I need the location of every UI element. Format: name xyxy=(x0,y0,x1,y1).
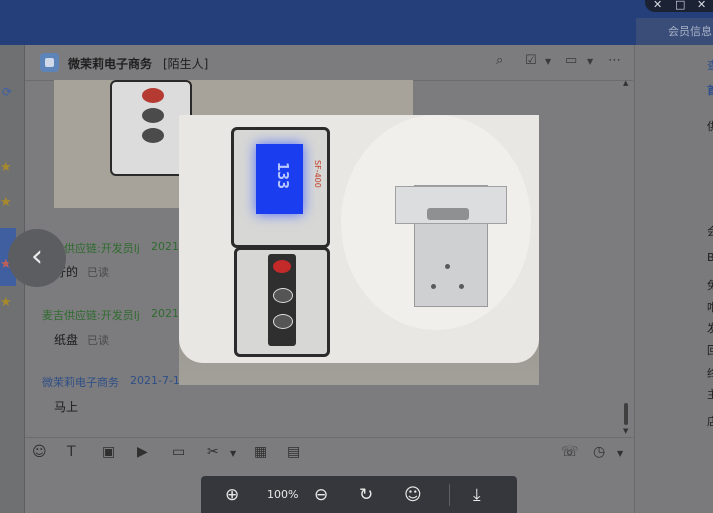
panel-line: 主 xyxy=(707,388,713,401)
chevron-down-icon[interactable]: ▼ xyxy=(230,449,236,458)
scroll-down-icon[interactable]: ▼ xyxy=(623,427,628,435)
scale-model-label: SF-400 xyxy=(313,160,322,188)
scale-display-panel: 133 SF-400 xyxy=(231,127,330,248)
mode-key xyxy=(273,288,293,303)
panel-line: 终 xyxy=(707,367,713,380)
history-icon[interactable]: ◷ xyxy=(593,444,605,460)
read-status: 已读 xyxy=(87,334,109,347)
text-format-icon[interactable]: T xyxy=(67,444,76,460)
contact-tag: [陌生人] xyxy=(163,57,209,71)
unit-key xyxy=(273,314,293,329)
chevron-down-icon[interactable]: ▼ xyxy=(617,449,623,458)
star-icon: ★ xyxy=(0,195,12,210)
zoom-in-icon[interactable]: ⊕ xyxy=(225,485,239,505)
scroll-thumb[interactable] xyxy=(624,403,628,425)
message-text: 纸盘 xyxy=(54,333,79,347)
panel-line: 查 xyxy=(707,59,713,72)
document-icon[interactable]: ▤ xyxy=(287,444,300,460)
panel-line: 发 xyxy=(707,322,713,335)
image-viewer-toolbar: ⊕ 100% ⊖ ↻ ☺ ⤓ xyxy=(201,476,517,513)
bracket-hole xyxy=(445,264,450,269)
message-time: 2021 xyxy=(151,307,179,320)
message-sender: 麦吉供应链:开发员lj xyxy=(42,309,140,322)
download-icon[interactable]: ⤓ xyxy=(473,485,481,505)
chat-scrollbar[interactable]: ▲ ▼ xyxy=(623,79,631,435)
panel-line: 兔 xyxy=(707,279,713,292)
lcd-reading: 133 xyxy=(274,162,292,190)
rotate-icon[interactable]: ↻ xyxy=(359,485,373,505)
message-text: 马上 xyxy=(54,400,79,414)
refresh-icon[interactable]: ⟳ xyxy=(2,85,12,99)
power-key xyxy=(273,260,291,273)
video-icon[interactable]: ▭ xyxy=(565,53,577,68)
app-title-bar: ✕ □ ✕ xyxy=(0,0,713,45)
preview-photo[interactable]: 133 SF-400 xyxy=(179,115,539,385)
emoji-icon[interactable]: ☺ xyxy=(32,444,47,460)
star-icon: ★ xyxy=(0,295,12,310)
chevron-down-icon[interactable]: ▼ xyxy=(587,57,593,66)
member-info-tab[interactable]: 会员信息 xyxy=(636,18,713,45)
lcd-screen: 133 xyxy=(256,144,303,214)
maximize-icon[interactable]: □ xyxy=(675,0,685,11)
window-controls: ✕ □ ✕ xyxy=(645,0,713,12)
chat-header: 微茉莉电子商务 [陌生人] ⌕ ☑ ▼ ▭ ▼ ⋯ xyxy=(25,45,633,81)
folder-icon[interactable]: ▭ xyxy=(172,444,185,460)
contact-name: 微茉莉电子商务 xyxy=(68,57,153,71)
thumb-key xyxy=(142,88,164,103)
scale-button-panel xyxy=(234,247,330,357)
thumb-key xyxy=(142,128,164,143)
back-arrow-icon[interactable]: ‹ xyxy=(8,229,66,287)
more-icon[interactable]: ⋯ xyxy=(608,53,621,68)
scissors-icon[interactable]: ✂ xyxy=(207,444,219,460)
star-icon: ★ xyxy=(0,160,12,175)
scroll-up-icon[interactable]: ▲ xyxy=(623,79,628,87)
message-time: 2021 xyxy=(151,240,179,253)
contact-avatar[interactable] xyxy=(40,53,59,72)
panel-line: B xyxy=(707,251,713,264)
kitchen-scale: 133 SF-400 xyxy=(179,115,539,363)
calculator-icon[interactable]: ▦ xyxy=(254,444,267,460)
bracket-hole xyxy=(431,284,436,289)
panel-line: 首 xyxy=(707,84,713,97)
panel-line: 会 xyxy=(707,225,713,238)
bracket-hole xyxy=(459,284,464,289)
smile-icon[interactable]: ☺ xyxy=(404,485,422,505)
play-icon[interactable]: ▶ xyxy=(137,444,148,460)
bracket-slot xyxy=(427,208,469,220)
zoom-level: 100% xyxy=(267,488,299,501)
read-status: 已读 xyxy=(87,266,109,279)
metal-bracket xyxy=(395,185,507,307)
message-sender: 微茉莉电子商务 xyxy=(42,376,119,389)
panel-line: 咁 xyxy=(707,301,713,314)
close-icon[interactable]: ✕ xyxy=(697,0,706,11)
toolbar-divider xyxy=(449,484,450,506)
edit-icon[interactable]: ☑ xyxy=(525,53,537,68)
member-info-panel: 查 首 供 会 B 兔 咁 发 回 终 主 店 xyxy=(634,45,713,513)
input-toolbar: ☺ T ▣ ▶ ▭ ✂ ▼ ▦ ▤ ☏ ◷ ▼ xyxy=(25,437,633,464)
screenshot-icon[interactable]: ▣ xyxy=(102,444,115,460)
chat-icon[interactable]: ☏ xyxy=(561,444,579,460)
chevron-down-icon[interactable]: ▼ xyxy=(545,57,551,66)
panel-line: 供 xyxy=(707,120,713,133)
thumb-key xyxy=(142,108,164,123)
pin-icon[interactable]: ✕ xyxy=(653,0,662,11)
zoom-out-icon[interactable]: ⊖ xyxy=(314,485,328,505)
search-user-icon[interactable]: ⌕ xyxy=(496,53,503,68)
panel-line: 回 xyxy=(707,344,713,357)
message-time: 2021-7-1 xyxy=(130,374,180,387)
member-info-tab-label: 会员信息 xyxy=(668,25,712,38)
panel-line: 店 xyxy=(707,415,713,428)
